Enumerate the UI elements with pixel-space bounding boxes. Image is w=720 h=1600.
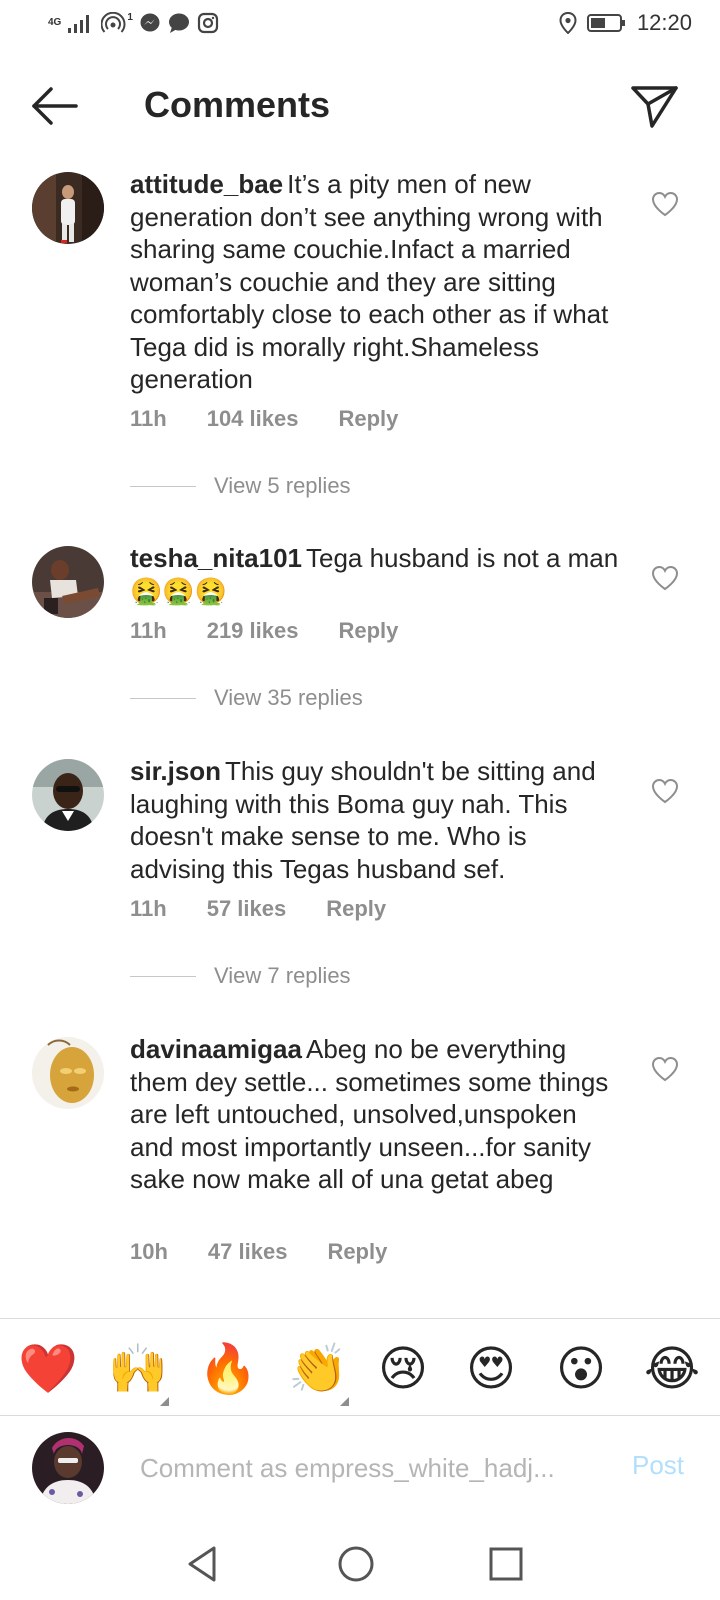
comment-likes[interactable]: 104 likes xyxy=(207,406,299,432)
reply-button[interactable]: Reply xyxy=(338,406,398,432)
triangle-back-icon xyxy=(188,1546,216,1582)
view-replies-label: View 7 replies xyxy=(214,963,351,988)
comment-meta: 11h 104 likes Reply xyxy=(130,406,398,432)
comment-body: attitude_bae It’s a pity men of new gener… xyxy=(130,168,620,396)
heart-emoji-button[interactable]: ❤️ xyxy=(18,1343,78,1395)
comment-likes[interactable]: 57 likes xyxy=(207,896,287,922)
raised-hands-emoji-button[interactable]: 🙌 xyxy=(108,1343,168,1395)
square-recents-icon xyxy=(489,1547,523,1581)
comment-text: It’s a pity men of new generation don’t … xyxy=(130,169,609,394)
nav-back-button[interactable] xyxy=(182,1542,226,1586)
comment-username[interactable]: attitude_bae xyxy=(130,169,283,199)
clapping-hands-emoji-button[interactable]: 👏 xyxy=(288,1343,348,1395)
replies-divider xyxy=(130,485,196,487)
comment-username[interactable]: sir.json xyxy=(130,756,221,786)
avatar[interactable] xyxy=(32,1037,104,1109)
comment-username[interactable]: davinaamigaa xyxy=(130,1034,302,1064)
comment-time: 11h xyxy=(130,406,167,431)
comment-meta: 11h 219 likes Reply xyxy=(130,618,398,644)
emoji-reaction-bar: ❤️ 🙌 🔥 👏 😢 😍 😮 😂 xyxy=(0,1318,720,1416)
comment-time: 11h xyxy=(130,618,167,643)
system-nav-bar xyxy=(0,1528,720,1600)
comment-likes[interactable]: 219 likes xyxy=(207,618,299,644)
page-title: Comments xyxy=(144,84,331,125)
status-right: 12:20 xyxy=(559,10,692,36)
heart-eyes-emoji-button[interactable]: 😍 xyxy=(466,1343,516,1395)
messenger-icon xyxy=(140,13,160,32)
comment-body: tesha_nita101 Tega husband is not a man 🤮… xyxy=(130,542,620,607)
view-replies-label: View 35 replies xyxy=(214,685,363,710)
avatar xyxy=(32,1432,104,1504)
app-header: Comments xyxy=(0,70,720,140)
network-type: 4G xyxy=(48,17,62,28)
hotspot-icon xyxy=(101,12,126,33)
share-button[interactable] xyxy=(630,80,680,130)
tears-of-joy-emoji-button[interactable]: 😂 xyxy=(644,1343,700,1395)
back-button[interactable] xyxy=(30,84,80,128)
comment-meta: 11h 57 likes Reply xyxy=(130,896,386,922)
heart-icon[interactable] xyxy=(650,190,680,218)
view-replies-button[interactable]: View 7 replies xyxy=(130,963,351,989)
avatar[interactable] xyxy=(32,172,104,244)
instagram-icon xyxy=(197,12,219,34)
avatar[interactable] xyxy=(32,759,104,831)
heart-icon[interactable] xyxy=(650,564,680,592)
chat-bubble-icon xyxy=(168,13,189,33)
comment-likes[interactable]: 47 likes xyxy=(208,1239,288,1265)
status-bar: 4G 1 12:20 xyxy=(0,0,720,50)
heart-icon[interactable] xyxy=(650,777,680,805)
comment-meta: 10h 47 likes Reply xyxy=(130,1239,387,1265)
replies-divider xyxy=(130,697,196,699)
status-left: 4G 1 xyxy=(48,12,219,34)
view-replies-button[interactable]: View 35 replies xyxy=(130,685,363,711)
comment-composer: Post xyxy=(0,1418,720,1528)
paper-plane-icon xyxy=(631,86,678,128)
crying-face-emoji-button[interactable]: 😢 xyxy=(378,1343,428,1395)
post-button[interactable]: Post xyxy=(632,1450,684,1481)
nav-recents-button[interactable] xyxy=(484,1542,528,1586)
comment-time: 10h xyxy=(130,1239,168,1264)
replies-divider xyxy=(130,975,196,977)
signal-icon xyxy=(68,15,90,33)
view-replies-label: View 5 replies xyxy=(214,473,351,498)
avatar[interactable] xyxy=(32,546,104,618)
battery-icon xyxy=(586,14,625,32)
nav-home-button[interactable] xyxy=(334,1542,378,1586)
variant-indicator-icon xyxy=(160,1397,169,1406)
comment-body: sir.json This guy shouldn't be sitting an… xyxy=(130,755,620,885)
arrow-left-icon xyxy=(32,87,78,125)
surprised-face-emoji-button[interactable]: 😮 xyxy=(556,1343,606,1395)
variant-indicator-icon xyxy=(340,1397,349,1406)
comment-input[interactable] xyxy=(140,1446,590,1490)
heart-icon[interactable] xyxy=(650,1055,680,1083)
comment-body: davinaamigaa Abeg no be everything them d… xyxy=(130,1033,620,1196)
reply-button[interactable]: Reply xyxy=(327,1239,387,1265)
view-replies-button[interactable]: View 5 replies xyxy=(130,473,351,499)
clock: 12:20 xyxy=(636,10,692,35)
comment-time: 11h xyxy=(130,896,167,921)
circle-home-icon xyxy=(338,1546,374,1582)
reply-button[interactable]: Reply xyxy=(326,896,386,922)
location-icon xyxy=(559,12,577,34)
fire-emoji-button[interactable]: 🔥 xyxy=(198,1343,258,1395)
hotspot-count: 1 xyxy=(127,12,133,23)
comment-username[interactable]: tesha_nita101 xyxy=(130,543,302,573)
reply-button[interactable]: Reply xyxy=(338,618,398,644)
